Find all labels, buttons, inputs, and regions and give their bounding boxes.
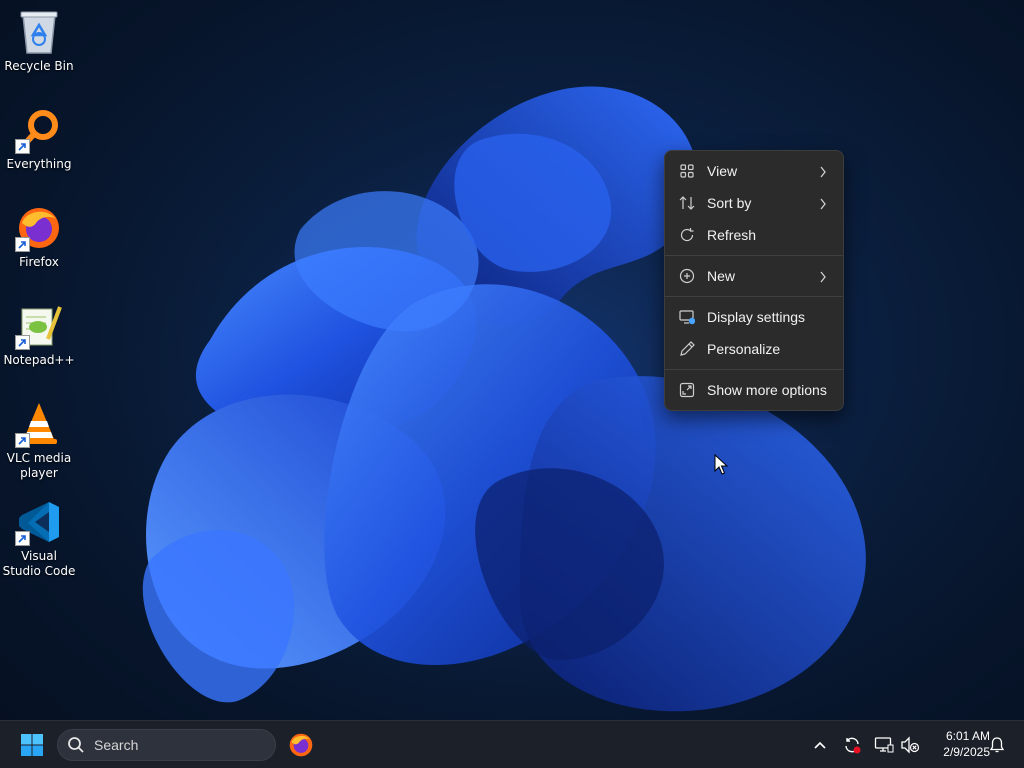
vlc-icon — [15, 400, 63, 448]
shortcut-arrow-icon — [15, 335, 30, 350]
desktop-icon-label: Notepad++ — [3, 353, 75, 367]
taskbar: Search 6:01 AM 2/9/2025 — [0, 720, 1024, 768]
menu-item-label: Display settings — [707, 309, 806, 325]
search-placeholder: Search — [94, 737, 139, 753]
menu-item-refresh[interactable]: Refresh — [665, 219, 843, 251]
menu-item-label: New — [707, 268, 736, 284]
desktop-icon-label: Visual Studio Code — [2, 549, 76, 578]
display-settings-icon — [679, 309, 695, 325]
clock-date: 2/9/2025 — [943, 745, 990, 759]
menu-item-new[interactable]: New — [665, 260, 843, 292]
menu-item-label: Refresh — [707, 227, 757, 243]
desktop-icon-everything[interactable]: Everything — [2, 106, 76, 172]
menu-item-view[interactable]: View — [665, 155, 843, 187]
desktop-context-menu: View Sort by Refresh New Display setting… — [664, 150, 844, 411]
show-hidden-icons-button[interactable] — [808, 733, 832, 757]
volume-muted-icon — [901, 736, 920, 754]
shortcut-arrow-icon — [15, 531, 30, 546]
bell-icon — [989, 737, 1005, 753]
chevron-up-icon — [814, 741, 826, 749]
menu-item-display-settings[interactable]: Display settings — [665, 301, 843, 333]
refresh-icon — [679, 227, 695, 243]
menu-item-show-more-options[interactable]: Show more options — [665, 374, 843, 406]
shortcut-arrow-icon — [15, 433, 30, 448]
pen-icon — [679, 341, 695, 357]
desktop-icon-recycle-bin[interactable]: Recycle Bin — [2, 8, 76, 74]
menu-separator — [665, 369, 843, 370]
menu-item-label: View — [707, 163, 738, 179]
menu-item-label: Sort by — [707, 195, 752, 211]
desktop-icon-notepadpp[interactable]: Notepad++ — [2, 302, 76, 368]
notifications-button[interactable] — [985, 733, 1009, 757]
notepadpp-icon — [15, 302, 63, 350]
firefox-icon — [289, 733, 313, 757]
desktop-icon-label: Firefox — [19, 255, 59, 269]
menu-item-label: Show more options — [707, 382, 827, 398]
chevron-right-icon — [819, 270, 827, 286]
desktop-icon-label: VLC media player — [6, 451, 72, 480]
expand-icon — [679, 382, 695, 398]
menu-item-personalize[interactable]: Personalize — [665, 333, 843, 365]
grid-icon — [679, 163, 695, 179]
taskbar-search-box[interactable]: Search — [57, 729, 276, 761]
desktop[interactable]: Recycle Bin Everything Firefox Notepad++… — [0, 0, 1024, 768]
taskbar-app-firefox[interactable] — [285, 729, 317, 761]
windows-logo-icon — [21, 734, 43, 756]
clock-time: 6:01 AM — [945, 729, 990, 743]
chevron-right-icon — [819, 197, 827, 213]
desktop-icon-vscode[interactable]: Visual Studio Code — [2, 498, 76, 579]
desktop-icon-firefox[interactable]: Firefox — [2, 204, 76, 270]
shortcut-arrow-icon — [15, 237, 30, 252]
menu-item-sort-by[interactable]: Sort by — [665, 187, 843, 219]
firefox-icon — [15, 204, 63, 252]
tray-display[interactable] — [872, 733, 896, 757]
tray-update-sync[interactable] — [840, 733, 864, 757]
everything-search-icon — [15, 106, 63, 154]
menu-separator — [665, 255, 843, 256]
recycle-bin-icon — [15, 8, 63, 56]
desktop-icon-vlc[interactable]: VLC media player — [2, 400, 76, 481]
menu-item-label: Personalize — [707, 341, 781, 357]
vscode-icon — [15, 498, 63, 546]
sort-icon — [679, 195, 695, 211]
mouse-cursor-icon — [714, 454, 728, 475]
menu-separator — [665, 296, 843, 297]
monitor-icon — [874, 737, 894, 753]
desktop-icon-label: Recycle Bin — [4, 59, 74, 73]
search-icon — [67, 736, 85, 754]
plus-circle-icon — [679, 268, 695, 284]
desktop-icon-label: Everything — [6, 157, 72, 171]
start-button[interactable] — [16, 731, 48, 759]
wallpaper-bloom — [100, 80, 940, 720]
taskbar-clock[interactable]: 6:01 AM 2/9/2025 — [924, 728, 990, 760]
tray-volume[interactable] — [898, 733, 922, 757]
chevron-right-icon — [819, 165, 827, 181]
sync-icon — [845, 737, 861, 754]
shortcut-arrow-icon — [15, 139, 30, 154]
